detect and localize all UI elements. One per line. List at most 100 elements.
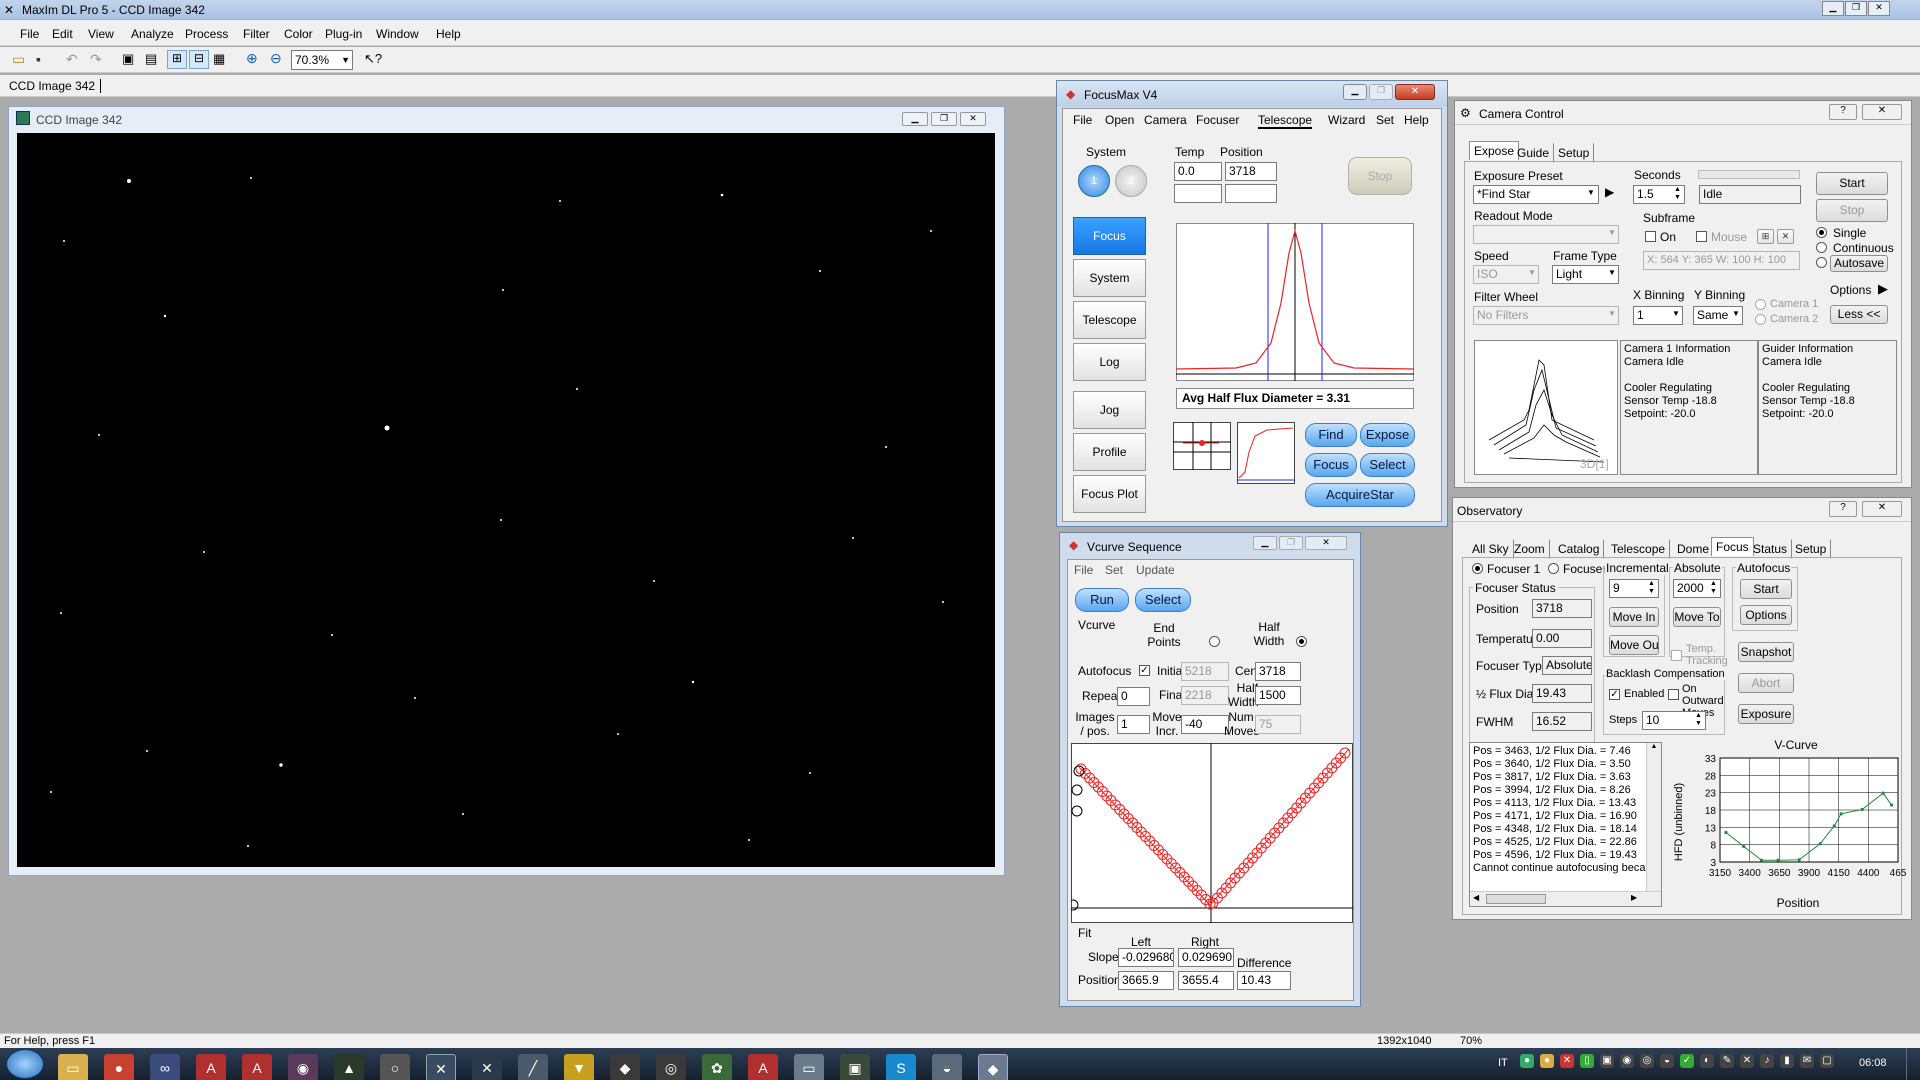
- fm-position-field-2[interactable]: [1225, 184, 1277, 203]
- undo-icon[interactable]: ↶: [66, 51, 78, 68]
- vcurve-close-button[interactable]: ✕: [1305, 536, 1347, 550]
- fm-menu-telescope[interactable]: Telescope: [1258, 113, 1313, 129]
- cam-autosave-radio[interactable]: [1816, 257, 1827, 268]
- app-taskbar-icon-4[interactable]: ◉: [288, 1054, 318, 1080]
- tool-icon-b[interactable]: ⊟: [189, 50, 209, 69]
- focusmax-minimize-button[interactable]: ▁: [1343, 84, 1367, 100]
- image-minimize-button[interactable]: ▁: [902, 112, 928, 126]
- obs-absolute-spinner[interactable]: ▲ ▼: [1710, 580, 1717, 596]
- cam-single-radio[interactable]: [1816, 227, 1827, 238]
- obs-abort-button[interactable]: Abort: [1738, 673, 1794, 693]
- fm-select-button[interactable]: Select: [1360, 453, 1415, 477]
- obs-log-list[interactable]: Pos = 3463, 1/2 Flux Dia. = 7.46 Pos = 36…: [1469, 742, 1662, 907]
- screen-stretch-icon[interactable]: ▤: [145, 51, 157, 67]
- obs-exposure-button[interactable]: Exposure: [1738, 704, 1794, 724]
- obs-log-hscroll[interactable]: ◀ ▶: [1470, 891, 1661, 906]
- tray-language[interactable]: IT: [1498, 1057, 1508, 1069]
- menu-edit[interactable]: Edit: [52, 27, 73, 41]
- obs-move-out-button[interactable]: Move Out: [1609, 635, 1659, 655]
- cam-start-button[interactable]: Start: [1816, 172, 1888, 195]
- save-icon[interactable]: ▪: [36, 51, 41, 67]
- tray-icon-2[interactable]: ●: [1540, 1054, 1554, 1068]
- fm-tab-log[interactable]: Log: [1073, 343, 1146, 381]
- tray-icon-8[interactable]: ◒: [1660, 1054, 1674, 1068]
- vcurve-maximize-button[interactable]: ❐: [1279, 536, 1303, 550]
- tray-icon-11[interactable]: ✎: [1720, 1054, 1734, 1068]
- vc-num-moves-field[interactable]: 75: [1255, 715, 1301, 734]
- fm-menu-help[interactable]: Help: [1404, 113, 1429, 127]
- cam-filter-select[interactable]: No Filters: [1473, 306, 1619, 325]
- vc-half-width-field[interactable]: 1500: [1255, 686, 1301, 705]
- app-taskbar-icon-15[interactable]: ▣: [840, 1054, 870, 1080]
- menu-filter[interactable]: Filter: [243, 27, 270, 41]
- cam-preset-select[interactable]: *Find Star: [1473, 185, 1599, 204]
- vcurve-minimize-button[interactable]: ▁: [1253, 536, 1277, 550]
- camera-help-button[interactable]: ?: [1829, 104, 1857, 120]
- fm-menu-camera[interactable]: Camera: [1144, 113, 1187, 127]
- volume-icon[interactable]: ♪: [1760, 1054, 1774, 1068]
- skype-taskbar-icon[interactable]: S: [886, 1054, 916, 1080]
- fm-tab-profile[interactable]: Profile: [1073, 433, 1146, 471]
- vc-move-incr-field[interactable]: -40: [1181, 715, 1229, 734]
- obs-log-hscroll-right[interactable]: ▶: [1631, 893, 1637, 902]
- fm-system-2-button[interactable]: 2: [1115, 165, 1147, 197]
- cam-options-arrow-icon[interactable]: ▶: [1878, 281, 1888, 297]
- vc-slope-left-field[interactable]: -0.029680: [1118, 948, 1174, 967]
- fm-menu-focuser[interactable]: Focuser: [1196, 113, 1239, 127]
- star-field-image[interactable]: [17, 133, 995, 867]
- menu-plugin[interactable]: Plug-in: [325, 27, 362, 41]
- cam-options-label[interactable]: Options: [1830, 283, 1871, 297]
- obs-log-hscroll-left[interactable]: ◀: [1473, 893, 1479, 902]
- cam-preset-arrow-button[interactable]: ▶: [1605, 185, 1619, 204]
- cam-stop-button[interactable]: Stop: [1816, 199, 1888, 222]
- maxim-taskbar-icon[interactable]: ✕: [426, 1054, 456, 1080]
- chrome-taskbar-icon[interactable]: ●: [104, 1054, 134, 1080]
- vc-initial-field[interactable]: 5218: [1181, 662, 1229, 681]
- fm-find-button[interactable]: Find: [1305, 423, 1357, 447]
- focusmax-taskbar-icon[interactable]: ◆: [978, 1054, 1008, 1080]
- obs-tab-all-sky[interactable]: All Sky: [1467, 539, 1514, 559]
- obs-tab-dome[interactable]: Dome: [1672, 539, 1714, 559]
- image-close-button[interactable]: ✕: [960, 112, 986, 126]
- menu-file[interactable]: File: [20, 27, 39, 41]
- explorer-taskbar-icon[interactable]: ▭: [58, 1054, 88, 1080]
- app-taskbar-icon-5[interactable]: ▲: [334, 1054, 364, 1080]
- cam-mouse-checkbox[interactable]: [1696, 231, 1707, 242]
- fm-menu-set[interactable]: Set: [1376, 113, 1394, 127]
- obs-tab-zoom[interactable]: Zoom: [1509, 539, 1550, 559]
- obs-focuser1-radio[interactable]: [1472, 563, 1483, 574]
- chevron-down-icon[interactable]: ▼: [1608, 309, 1616, 318]
- menu-help[interactable]: Help: [436, 27, 461, 41]
- observatory-help-button[interactable]: ?: [1829, 501, 1857, 517]
- close-button[interactable]: ✕: [1868, 1, 1890, 16]
- tray-icon-1[interactable]: ●: [1520, 1054, 1534, 1068]
- vc-end-points-radio[interactable]: [1209, 636, 1220, 647]
- obs-af-start-button[interactable]: Start: [1740, 579, 1792, 599]
- vc-center-field[interactable]: 3718: [1255, 662, 1301, 681]
- vc-repeat-field[interactable]: 0: [1117, 687, 1150, 706]
- image-maximize-button[interactable]: ❐: [931, 112, 957, 126]
- focusmax-maximize-button[interactable]: ❐: [1369, 84, 1393, 100]
- chevron-down-icon[interactable]: ▼: [341, 51, 350, 69]
- tray-icon-6[interactable]: ◉: [1620, 1054, 1634, 1068]
- fm-menu-wizard[interactable]: Wizard: [1328, 113, 1365, 127]
- app-taskbar-icon-8[interactable]: ╱: [518, 1054, 548, 1080]
- tool-icon-a[interactable]: ⊞: [167, 50, 187, 69]
- tray-icon-12[interactable]: ✕: [1740, 1054, 1754, 1068]
- fm-expose-button[interactable]: Expose: [1360, 423, 1415, 447]
- app-taskbar-icon-12[interactable]: ✿: [702, 1054, 732, 1080]
- help-pointer-icon[interactable]: ↖?: [364, 51, 382, 67]
- app-taskbar-icon-2[interactable]: A: [196, 1054, 226, 1080]
- cam-continuous-radio[interactable]: [1816, 242, 1827, 253]
- tray-icon-3[interactable]: ✕: [1560, 1054, 1574, 1068]
- start-button[interactable]: [6, 1049, 44, 1079]
- tray-icon-10[interactable]: ◐: [1700, 1054, 1714, 1068]
- cam-readout-select[interactable]: [1473, 225, 1619, 244]
- zoom-in-icon[interactable]: ⊕: [246, 50, 258, 67]
- network-icon[interactable]: ▮: [1780, 1054, 1794, 1068]
- observatory-close-button[interactable]: ✕: [1862, 501, 1902, 517]
- app-taskbar-icon-6[interactable]: ○: [380, 1054, 410, 1080]
- tray-icon-9[interactable]: ✓: [1680, 1054, 1694, 1068]
- vc-pos-right-field[interactable]: 3655.4: [1178, 971, 1234, 990]
- obs-af-options-button[interactable]: Options: [1740, 605, 1792, 625]
